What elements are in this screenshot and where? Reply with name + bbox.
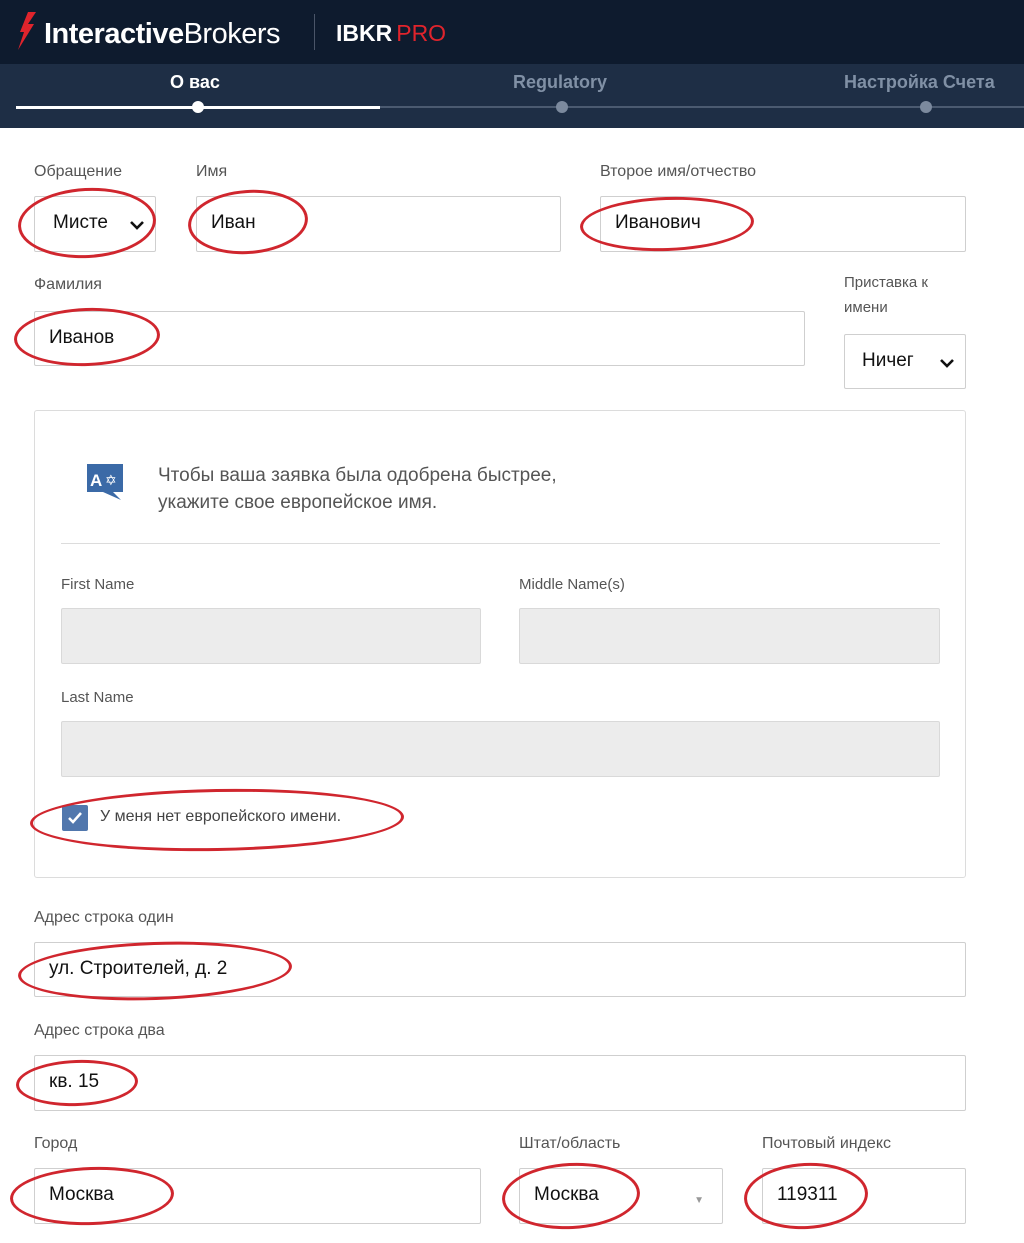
step-dot-regulatory <box>556 101 568 113</box>
postal-code-label: Почтовый индекс <box>762 1135 891 1152</box>
svg-text:A: A <box>90 471 102 490</box>
name-prefix-select[interactable]: Ничег <box>844 334 966 389</box>
step-dot-about-you <box>192 101 204 113</box>
european-last-name-input[interactable] <box>61 721 940 777</box>
chevron-down-icon <box>940 359 954 368</box>
dropdown-arrow-icon: ▼ <box>694 1195 704 1206</box>
city-label: Город <box>34 1135 78 1152</box>
salutation-label: Обращение <box>34 163 122 180</box>
european-middle-name-input[interactable] <box>519 608 940 664</box>
step-about-you[interactable]: О вас <box>170 72 220 93</box>
european-middle-name-label: Middle Name(s) <box>519 576 625 593</box>
ibkr-logo-icon <box>18 12 36 50</box>
name-prefix-label: Приставка к имени <box>844 274 928 316</box>
first-name-label: Имя <box>196 163 228 180</box>
address-line2-label: Адрес строка два <box>34 1022 165 1039</box>
step-regulatory[interactable]: Regulatory <box>513 72 607 93</box>
address-line1-label: Адрес строка один <box>34 909 174 926</box>
panel-divider <box>61 543 940 544</box>
european-last-name-label: Last Name <box>61 689 134 706</box>
step-account-setup[interactable]: Настройка Счета <box>844 72 995 93</box>
top-header: InteractiveBrokers IBKR PRO <box>0 0 1024 64</box>
european-first-name-input[interactable] <box>61 608 481 664</box>
state-label: Штат/область <box>519 1135 621 1152</box>
step-progress-bar: О вас Regulatory Настройка Счета <box>0 64 1024 128</box>
product-name: IBKR PRO <box>336 20 447 46</box>
brand-name: InteractiveBrokers <box>44 18 281 50</box>
european-first-name-label: First Name <box>61 576 135 593</box>
header-divider <box>314 14 315 50</box>
address-line2-input[interactable]: кв. 15 <box>34 1055 966 1111</box>
svg-text:✡: ✡ <box>105 473 117 489</box>
last-name-label: Фамилия <box>34 276 102 293</box>
middle-name-label: Второе имя/отчество <box>600 163 757 180</box>
step-dot-account-setup <box>920 101 932 113</box>
european-name-hint: Чтобы ваша заявка была одобрена быстрее,… <box>158 465 557 513</box>
translate-icon: A ✡ <box>87 464 123 500</box>
